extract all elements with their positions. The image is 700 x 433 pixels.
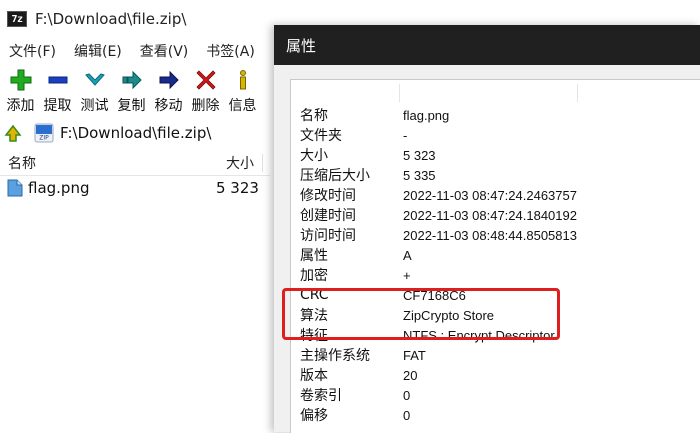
property-key: 特征 — [300, 328, 328, 344]
property-key: 加密 — [300, 268, 328, 284]
property-value: 5 335 — [403, 167, 436, 183]
test-icon — [83, 68, 107, 92]
copy-icon — [120, 68, 144, 92]
menu-file[interactable]: 文件(F) — [0, 41, 65, 61]
dialog-title-bar: 属性 — [274, 25, 700, 65]
property-key: 主操作系统 — [300, 348, 370, 364]
property-key: 创建时间 — [300, 208, 356, 224]
column-divider[interactable] — [577, 84, 578, 102]
property-value: 20 — [403, 367, 418, 383]
extract-icon — [46, 68, 70, 92]
svg-text:ZIP: ZIP — [39, 135, 49, 142]
property-value: 2022-11-03 08:48:44.8505813 — [403, 227, 577, 243]
property-key: 压缩后大小 — [300, 168, 370, 184]
property-row[interactable]: 算法 ZipCrypto Store — [291, 305, 700, 325]
menu-view[interactable]: 查看(V) — [131, 41, 198, 61]
7zip-app-icon: 7z — [7, 11, 27, 27]
column-divider[interactable] — [399, 84, 400, 102]
add-button[interactable]: 添加 — [2, 64, 39, 115]
menu-bookmarks[interactable]: 书签(A) — [197, 41, 264, 61]
extract-button[interactable]: 提取 — [39, 64, 76, 115]
property-row[interactable]: 访问时间 2022-11-03 08:48:44.8505813 — [291, 225, 700, 245]
extract-label: 提取 — [43, 98, 72, 114]
property-value: ZipCrypto Store — [403, 307, 495, 323]
delete-button[interactable]: 删除 — [187, 64, 224, 115]
property-key: 访问时间 — [300, 228, 356, 244]
test-label: 测试 — [80, 98, 109, 114]
property-key: CRC — [300, 287, 329, 303]
property-row[interactable]: 特征 NTFS : Encrypt Descriptor — [291, 325, 700, 345]
file-size: 5 323 — [216, 179, 259, 197]
move-label: 移动 — [154, 98, 183, 114]
property-value: 2022-11-03 08:47:24.1840192 — [403, 207, 577, 223]
property-row[interactable]: 属性 A — [291, 245, 700, 265]
property-row[interactable]: 修改时间 2022-11-03 08:47:24.2463757 — [291, 185, 700, 205]
property-value: flag.png — [403, 107, 450, 123]
property-key: 卷索引 — [300, 388, 342, 404]
address-path: F:\Download\file.zip\ — [60, 124, 212, 142]
copy-label: 复制 — [117, 98, 146, 114]
dialog-title: 属性 — [286, 36, 317, 55]
property-key: 算法 — [300, 308, 328, 324]
info-button[interactable]: 信息 — [224, 64, 261, 115]
property-value: - — [403, 127, 408, 143]
menu-edit[interactable]: 编辑(E) — [65, 41, 131, 61]
property-list-header — [291, 80, 700, 104]
property-key: 修改时间 — [300, 188, 356, 204]
add-label: 添加 — [6, 98, 35, 114]
up-arrow-icon — [4, 124, 22, 142]
property-value: NTFS : Encrypt Descriptor — [403, 327, 555, 343]
column-name-header[interactable]: 名称 — [8, 153, 36, 173]
property-value: FAT — [403, 347, 426, 363]
property-value: CF7168C6 — [403, 287, 466, 303]
info-label: 信息 — [228, 98, 257, 114]
property-row[interactable]: CRC CF7168C6 — [291, 285, 700, 305]
property-key: 名称 — [300, 108, 328, 124]
add-icon — [9, 68, 33, 92]
file-name: flag.png — [28, 179, 90, 197]
test-button[interactable]: 测试 — [76, 64, 113, 115]
property-value: 2022-11-03 08:47:24.2463757 — [403, 187, 577, 203]
property-value: A — [403, 247, 412, 263]
up-folder-button[interactable] — [0, 120, 26, 146]
property-key: 属性 — [300, 248, 328, 264]
property-row[interactable]: 版本 20 — [291, 365, 700, 385]
info-icon — [231, 68, 255, 92]
column-size-header[interactable]: 大小 — [226, 153, 254, 173]
property-value: 0 — [403, 387, 411, 403]
file-row[interactable]: flag.png 5 323 — [0, 176, 270, 200]
move-button[interactable]: 移动 — [150, 64, 187, 115]
property-row[interactable]: 偏移 0 — [291, 405, 700, 425]
property-value: 0 — [403, 407, 411, 423]
property-row[interactable]: 主操作系统 FAT — [291, 345, 700, 365]
delete-label: 删除 — [191, 98, 220, 114]
property-row[interactable]: 压缩后大小 5 335 — [291, 165, 700, 185]
property-key: 大小 — [300, 148, 328, 164]
zip-archive-icon: ZIP — [34, 123, 54, 143]
file-list-header: 名称 大小 — [0, 150, 270, 176]
delete-icon — [194, 68, 218, 92]
move-icon — [157, 68, 181, 92]
property-list: 名称 flag.png 文件夹 - 大小 5 323 压缩后大小 5 335 修改时间 2022-… — [290, 79, 700, 433]
property-row[interactable]: 名称 flag.png — [291, 105, 700, 125]
property-value: 5 323 — [403, 147, 436, 163]
property-key: 偏移 — [300, 408, 328, 424]
property-value: + — [403, 267, 411, 283]
properties-dialog: 属性 名称 flag.png 文件夹 - 大小 5 323 压缩后大小 5 335 修改时间 20… — [274, 25, 700, 433]
property-row[interactable]: 卷索引 0 — [291, 385, 700, 405]
window-title: F:\Download\file.zip\ — [35, 10, 187, 28]
property-row[interactable]: 文件夹 - — [291, 125, 700, 145]
property-key: 版本 — [300, 368, 328, 384]
property-row[interactable]: 大小 5 323 — [291, 145, 700, 165]
property-row[interactable]: 加密 + — [291, 265, 700, 285]
copy-button[interactable]: 复制 — [113, 64, 150, 115]
image-file-icon — [7, 179, 23, 197]
property-row[interactable]: 创建时间 2022-11-03 08:47:24.1840192 — [291, 205, 700, 225]
column-divider[interactable] — [262, 154, 263, 172]
property-key: 文件夹 — [300, 128, 342, 144]
